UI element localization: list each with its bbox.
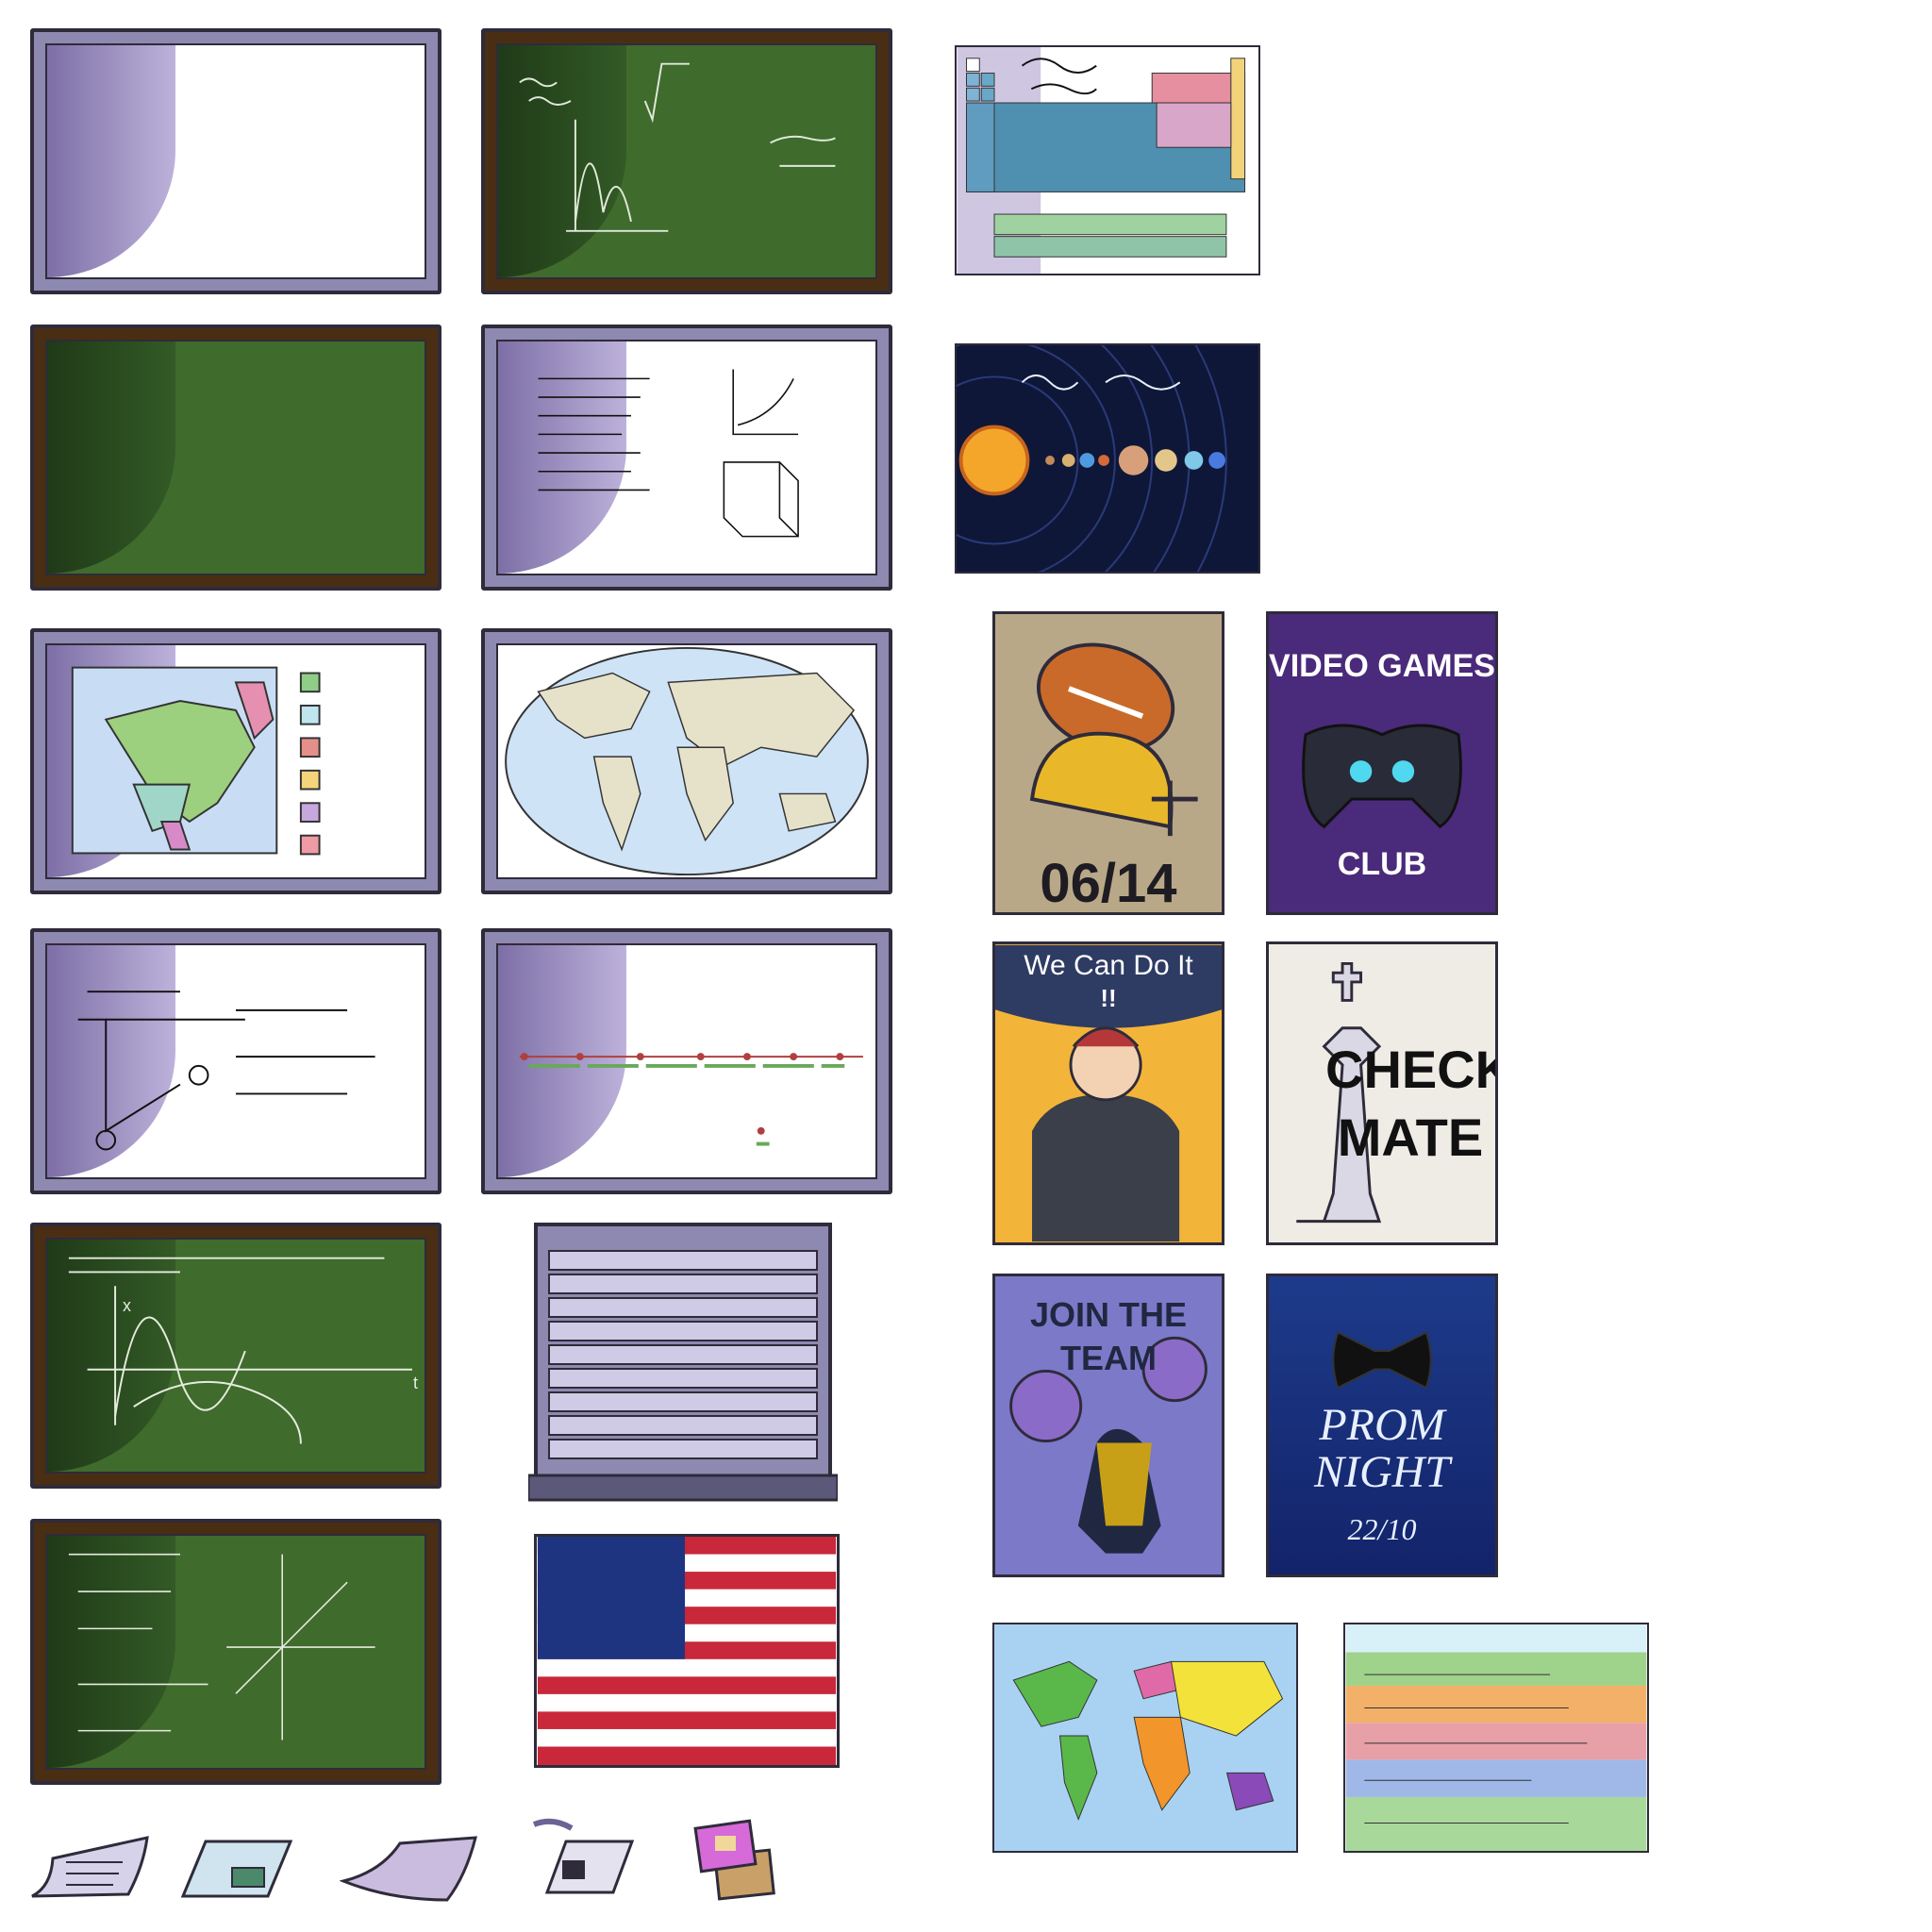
video-games-club-poster: VIDEO GAMES CLUB xyxy=(1266,611,1498,915)
night-label: NIGHT xyxy=(1313,1447,1451,1497)
axis-t-label: t xyxy=(413,1374,419,1392)
we-can-do-it-poster: We Can Do It !! xyxy=(992,941,1224,1245)
solar-system-poster xyxy=(955,343,1260,574)
we-can-exclamation: !! xyxy=(1100,984,1117,1012)
chalkboard-blank xyxy=(30,325,441,591)
we-can-do-it-title: We Can Do It xyxy=(1024,950,1193,981)
team-label: TEAM xyxy=(1060,1339,1157,1377)
world-map-poster xyxy=(992,1623,1298,1853)
paper-sheet-note xyxy=(528,1817,636,1904)
prom-date: 22/10 xyxy=(1347,1512,1417,1546)
chalkboard-equations xyxy=(30,1519,441,1785)
checkmate-poster: CHECK MATE xyxy=(1266,941,1498,1245)
sticky-notes xyxy=(689,1817,783,1904)
americas-map xyxy=(71,666,321,856)
whiteboard-timeline xyxy=(481,928,892,1194)
video-games-title: VIDEO GAMES xyxy=(1269,648,1495,684)
mate-label: MATE xyxy=(1337,1108,1484,1167)
physics-graph xyxy=(68,1257,412,1444)
paper-sheet-curled xyxy=(339,1834,481,1902)
prom-label: PROM xyxy=(1319,1400,1445,1450)
periodic-table-poster xyxy=(955,45,1260,275)
paper-sheet-lined xyxy=(28,1834,153,1902)
whiteboard-pendulum xyxy=(30,928,441,1194)
chalkboard-physics: x t xyxy=(30,1223,441,1489)
chalk-scribbles xyxy=(519,62,836,232)
check-label: CHECK xyxy=(1325,1040,1498,1099)
whiteboard-math xyxy=(481,325,892,591)
prom-night-poster: PROM NIGHT 22/10 xyxy=(1266,1274,1498,1577)
landscape-layers-poster xyxy=(1343,1623,1649,1853)
whiteboard-americas-map xyxy=(30,628,441,894)
whiteboard-blank xyxy=(30,28,441,294)
paper-sheet-photo xyxy=(179,1834,296,1902)
pendulum-scribbles xyxy=(77,991,375,1151)
join-the-team-poster: JOIN THE TEAM xyxy=(992,1274,1224,1577)
football-poster: 06/14 xyxy=(992,611,1224,915)
timeline-scribbles xyxy=(519,1053,863,1146)
whiteboard-world-map xyxy=(481,628,892,894)
window-blinds xyxy=(528,1223,838,1502)
join-the-label: JOIN THE xyxy=(1029,1295,1188,1334)
american-flag xyxy=(534,1534,840,1768)
club-label: CLUB xyxy=(1337,846,1427,882)
equations-scribbles xyxy=(68,1553,375,1740)
football-date: 06/14 xyxy=(1040,853,1177,914)
world-map-oval xyxy=(505,646,869,876)
math-scribbles xyxy=(538,369,799,538)
chalkboard-graph xyxy=(481,28,892,294)
axis-x-label: x xyxy=(123,1296,131,1315)
